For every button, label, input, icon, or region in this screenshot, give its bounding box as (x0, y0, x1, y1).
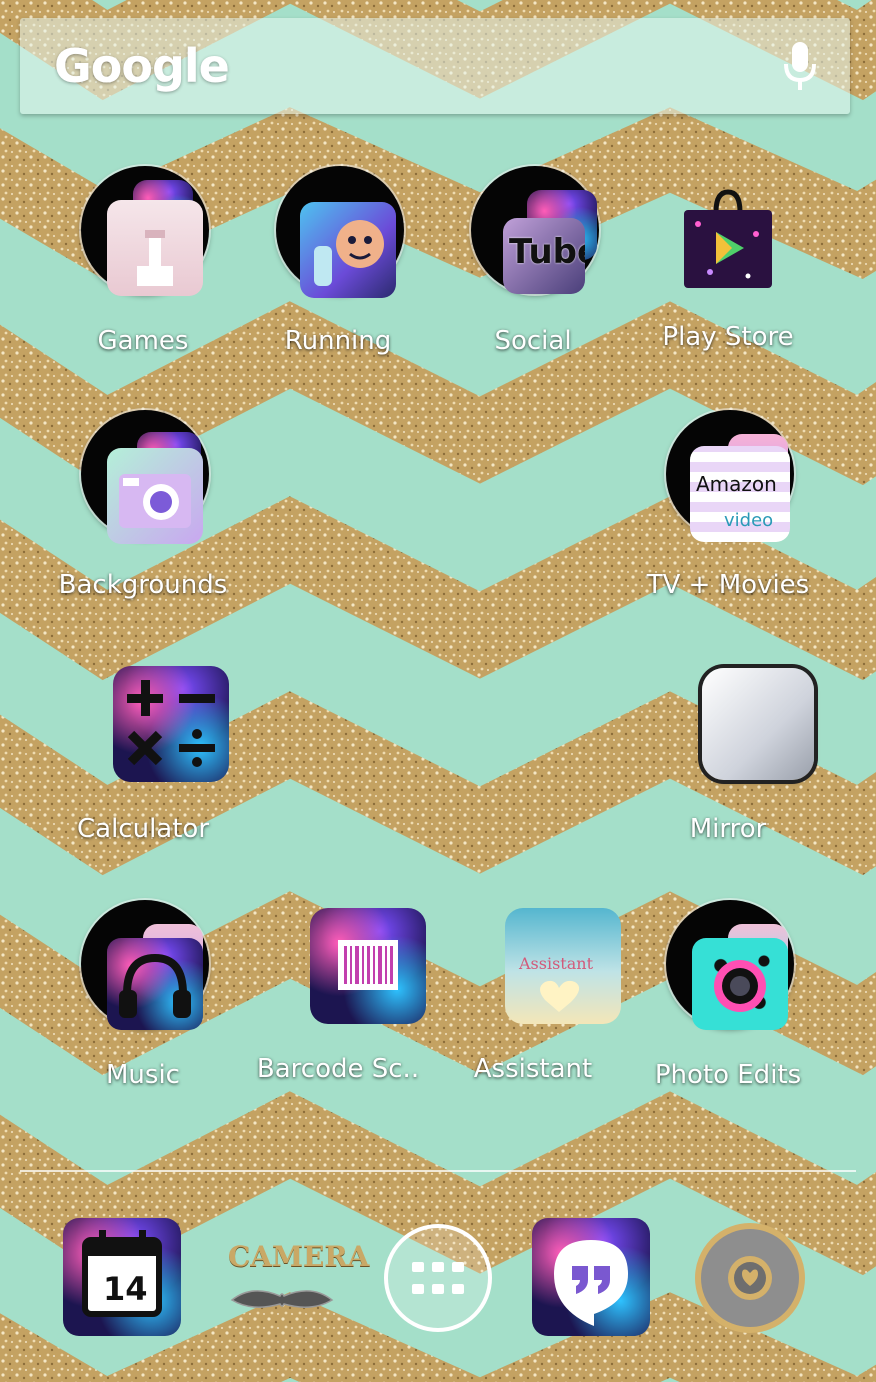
tv-movies-folder[interactable]: Amazon video TV + Movies (628, 406, 828, 600)
calculator-icon (73, 660, 229, 800)
social-folder[interactable]: Tube Social (433, 162, 633, 356)
games-folder[interactable]: Games (43, 162, 243, 356)
running-folder-icon (268, 162, 408, 302)
music-folder[interactable]: Music (43, 896, 243, 1090)
barcode-icon (268, 896, 426, 1036)
hangouts-icon (532, 1218, 650, 1336)
social-label: Social (494, 326, 572, 356)
mirror-label: Mirror (689, 814, 767, 844)
chrome-app[interactable] (690, 1218, 810, 1338)
backgrounds-folder[interactable]: Backgrounds (43, 406, 243, 600)
running-folder[interactable]: Running (238, 162, 438, 356)
calendar-app[interactable]: 14 (63, 1218, 183, 1338)
play-store-app[interactable]: Play Store (628, 162, 828, 352)
calculator-app[interactable]: Calculator (43, 660, 243, 844)
barcode-label: Barcode Sc.. (256, 1054, 420, 1084)
photo-edits-folder[interactable]: Photo Edits (628, 896, 828, 1090)
tv-movies-label: TV + Movies (646, 570, 810, 600)
social-folder-icon: Tube (463, 162, 603, 302)
video-icon-text: video (724, 510, 774, 531)
microphone-icon[interactable] (780, 38, 820, 94)
music-label: Music (106, 1060, 180, 1090)
mirror-icon (658, 660, 814, 800)
assistant-icon: Assistant (463, 896, 621, 1036)
backgrounds-folder-icon (73, 406, 213, 546)
calendar-icon: 14 (63, 1218, 181, 1336)
all-apps-button[interactable] (378, 1218, 498, 1338)
google-search-bar[interactable]: Google (20, 18, 850, 114)
play-store-label: Play Store (662, 322, 794, 352)
tv-movies-folder-icon: Amazon video (658, 406, 798, 546)
photo-edits-folder-icon (658, 896, 798, 1036)
games-folder-icon (73, 162, 213, 302)
camera-icon: CAMERA (222, 1218, 369, 1338)
music-folder-icon (73, 896, 213, 1036)
photo-edits-label: Photo Edits (654, 1060, 802, 1090)
hangouts-app[interactable] (532, 1218, 652, 1338)
calculator-label: Calculator (76, 814, 210, 844)
mirror-app[interactable]: Mirror (628, 660, 828, 844)
backgrounds-label: Backgrounds (58, 570, 228, 600)
chrome-icon (695, 1223, 805, 1333)
barcode-scanner-app[interactable]: Barcode Sc.. (238, 896, 438, 1084)
app-drawer-icon (384, 1224, 492, 1332)
play-store-icon (658, 162, 798, 302)
assistant-label: Assistant (473, 1054, 593, 1084)
youtube-icon-text: Tube (509, 232, 585, 272)
dock-divider (20, 1170, 856, 1172)
calendar-day-text: 14 (103, 1270, 148, 1308)
assistant-app[interactable]: Assistant Assistant (433, 896, 633, 1084)
amazon-icon-text: Amazon (696, 472, 777, 496)
camera-app[interactable]: CAMERA (222, 1218, 369, 1338)
running-label: Running (284, 326, 392, 356)
google-logo: Google (54, 39, 230, 93)
games-label: Games (97, 326, 189, 356)
